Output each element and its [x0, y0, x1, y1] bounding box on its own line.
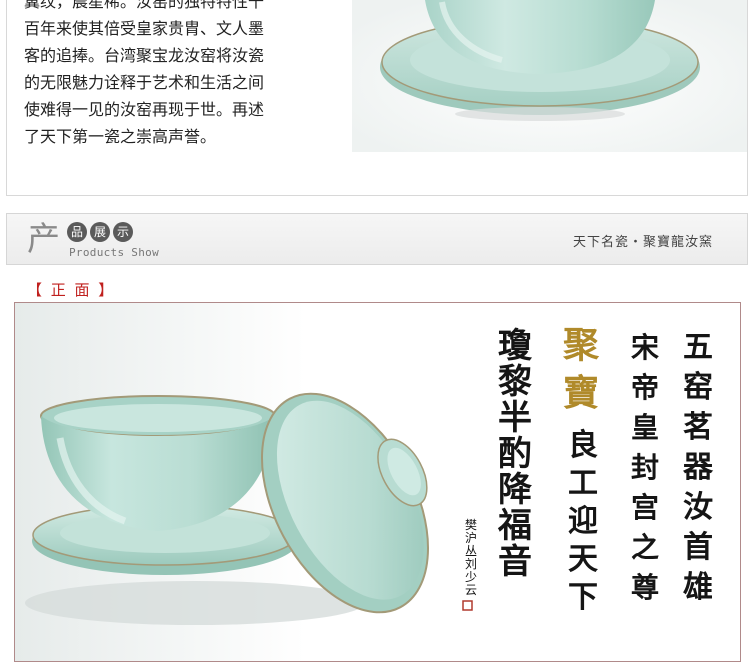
calligraphy-char: 丛 [465, 544, 477, 558]
calligraphy-char: 刘 [465, 557, 477, 571]
intro-line: 了天下第一瓷之崇高声誉。 [24, 127, 217, 146]
gaiwan-product-image: 五窑茗器汝首雄 宋帝皇封宫之尊 聚寶 良工迎天下 瓊黎半酌降福音 樊沪丛刘少云 [15, 303, 740, 661]
calligraphy-char: 帝 [631, 371, 659, 404]
front-view-label: 【 正 面 】 [27, 281, 116, 299]
calligraphy-char: 雄 [683, 570, 713, 605]
section-title-circles: 品 展 示 [67, 222, 133, 242]
section-slogan: 天下名瓷・聚寶龍汝窯 [572, 235, 713, 250]
calligraphy-char: 降 [498, 470, 533, 510]
calligraphy-char: 瓊 [498, 326, 533, 366]
calligraphy-signature: 樊沪丛刘少云 [465, 518, 477, 597]
intro-line: 的无限魅力诠释于艺术和生活之间 [24, 73, 265, 92]
calligraphy-char: 黎 [498, 362, 532, 402]
calligraphy-char: 器 [682, 450, 714, 485]
calligraphy-char: 沪 [465, 531, 477, 545]
title-circle-char: 展 [90, 222, 110, 242]
calligraphy-char: 五 [683, 330, 713, 365]
calligraphy-char: 窑 [683, 370, 713, 405]
calligraphy-char: 汝 [683, 490, 713, 525]
intro-text: 翼纹，晨星稀。汝窑的独特特性千 百年来使其倍受皇家贵胄、文人墨 客的追捧。台湾聚… [24, 0, 294, 150]
calligraphy-char: 茗 [683, 410, 713, 445]
calligraphy-char: 云 [465, 583, 477, 597]
product-image-panel: 五窑茗器汝首雄 宋帝皇封宫之尊 聚寶 良工迎天下 瓊黎半酌降福音 樊沪丛刘少云 [14, 302, 741, 662]
calligraphy-char: 迎 [568, 504, 598, 539]
calligraphy-char: 聚 [562, 324, 600, 366]
calligraphy-char: 良 [568, 428, 598, 463]
intro-line: 翼纹，晨星稀。汝窑的独特特性千 [24, 0, 265, 11]
calligraphy-char: 首 [683, 530, 713, 565]
calligraphy-char: 宋 [631, 331, 659, 364]
calligraphy-char: 宫 [631, 491, 659, 524]
section-big-char: 产 [27, 219, 60, 258]
calligraphy-char: 樊 [465, 518, 477, 532]
calligraphy-char: 之 [631, 531, 659, 564]
calligraphy-char: 尊 [631, 571, 659, 604]
calligraphy-char: 少 [465, 570, 477, 584]
calligraphy-char: 皇 [631, 411, 659, 444]
intro-cup-image [352, 0, 747, 152]
calligraphy-char: 封 [631, 451, 659, 484]
calligraphy-char: 工 [568, 466, 598, 501]
intro-panel: 翼纹，晨星稀。汝窑的独特特性千 百年来使其倍受皇家贵胄、文人墨 客的追捧。台湾聚… [6, 0, 748, 196]
calligraphy-column-1: 五窑茗器汝首雄 [682, 330, 714, 605]
intro-line: 百年来使其倍受皇家贵胄、文人墨 [24, 19, 265, 38]
calligraphy-char: 半 [498, 398, 532, 438]
intro-line: 客的追捧。台湾聚宝龙汝窑将汝瓷 [24, 46, 265, 65]
calligraphy-column-3: 良工迎天下 [568, 428, 598, 615]
calligraphy-column-4: 瓊黎半酌降福音 [497, 326, 533, 582]
calligraphy-char: 酌 [498, 434, 532, 474]
calligraphy-column-2: 宋帝皇封宫之尊 [631, 331, 659, 604]
intro-line: 使难得一见的汝窑再现于世。再述 [24, 100, 265, 119]
calligraphy-char: 天 [568, 542, 598, 577]
section-header: 产 品 展 示 Products Show 天下名瓷・聚寶龍汝窯 [6, 213, 748, 265]
title-circle-char: 品 [67, 222, 87, 242]
calligraphy-char: 下 [568, 580, 598, 615]
title-circle-char: 示 [113, 222, 133, 242]
calligraphy-char: 寶 [563, 372, 599, 414]
section-english-title: Products Show [69, 246, 159, 259]
calligraphy-char: 音 [498, 542, 532, 582]
calligraphy-char: 福 [497, 506, 532, 546]
